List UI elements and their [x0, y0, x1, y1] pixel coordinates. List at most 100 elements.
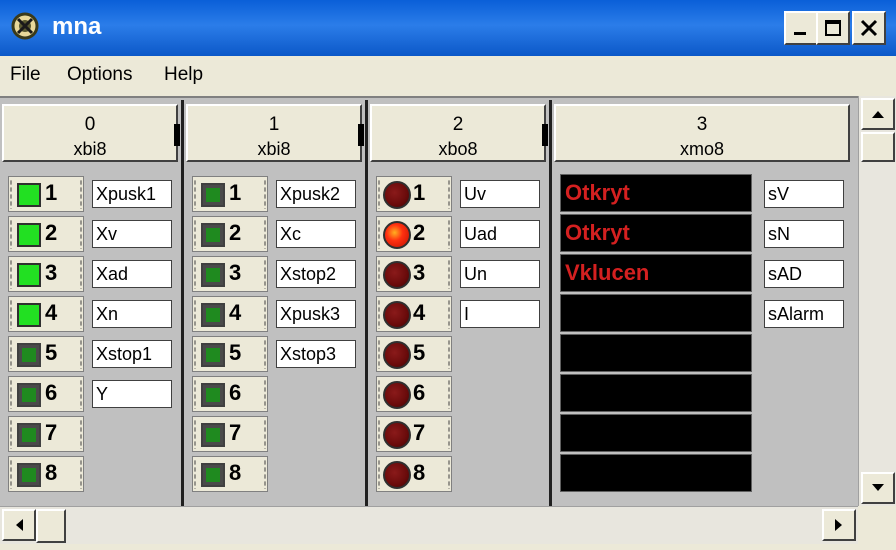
red-led-on-icon: [383, 221, 411, 249]
signal-name-field[interactable]: Xn: [92, 300, 172, 328]
arrow-down-icon: [872, 484, 884, 491]
channel-button[interactable]: 6: [376, 376, 452, 412]
minimize-button[interactable]: [784, 11, 818, 45]
module-type: xbo8: [438, 139, 478, 159]
horizontal-scroll-thumb[interactable]: [36, 509, 66, 543]
channel-button[interactable]: 1: [192, 176, 268, 212]
channel-button[interactable]: 2: [8, 216, 84, 252]
menu-help[interactable]: Help: [164, 64, 203, 86]
module-number: 0: [84, 114, 96, 135]
signal-name-field[interactable]: Xpusk1: [92, 180, 172, 208]
grip-dots: [378, 219, 380, 249]
module-header[interactable]: 3 xmo8: [554, 104, 850, 162]
signal-name-field[interactable]: Xc: [276, 220, 356, 248]
menu-options[interactable]: Options: [67, 64, 132, 86]
status-display: Otkryt: [560, 174, 752, 212]
header-divider: [358, 124, 364, 146]
channel-button[interactable]: 7: [376, 416, 452, 452]
channel-button[interactable]: 1: [8, 176, 84, 212]
signal-name-field[interactable]: Xpusk2: [276, 180, 356, 208]
app-icon[interactable]: [10, 11, 40, 41]
vertical-scroll-thumb[interactable]: [861, 132, 895, 162]
signal-name-field[interactable]: Uad: [460, 220, 540, 248]
signal-name-field[interactable]: I: [460, 300, 540, 328]
scroll-left-button[interactable]: [2, 509, 36, 541]
grip-dots: [80, 259, 82, 289]
signal-name-field[interactable]: sV: [764, 180, 844, 208]
channel-number: 5: [229, 340, 242, 365]
green-led-on-icon: [17, 223, 41, 247]
close-icon: [860, 19, 878, 37]
signal-name-field[interactable]: sN: [764, 220, 844, 248]
module-type: xmo8: [679, 139, 724, 159]
channel-button[interactable]: 8: [192, 456, 268, 492]
maximize-button[interactable]: [816, 11, 850, 45]
signal-name-field[interactable]: sAlarm: [764, 300, 844, 328]
application-window: mna File Options Help 0 xbi8 1 Xpusk1 2 Xv 3…: [0, 0, 896, 550]
signal-name-field[interactable]: Xv: [92, 220, 172, 248]
grip-dots: [448, 339, 450, 369]
grip-dots: [194, 459, 196, 489]
module-type: xbi8: [73, 139, 107, 159]
grip-dots: [378, 379, 380, 409]
module-header[interactable]: 0 xbi8: [2, 104, 180, 162]
channel-button[interactable]: 5: [376, 336, 452, 372]
horizontal-scrollbar[interactable]: [0, 506, 858, 544]
channel-button[interactable]: 5: [8, 336, 84, 372]
channel-button[interactable]: 3: [192, 256, 268, 292]
channel-button[interactable]: 1: [376, 176, 452, 212]
grip-dots: [264, 379, 266, 409]
signal-name-field[interactable]: Un: [460, 260, 540, 288]
vertical-scrollbar[interactable]: [858, 96, 896, 506]
status-display: [560, 414, 752, 452]
channel-button[interactable]: 3: [8, 256, 84, 292]
module-header[interactable]: 1 xbi8: [186, 104, 364, 162]
channel-button[interactable]: 4: [8, 296, 84, 332]
channel-button[interactable]: 3: [376, 256, 452, 292]
channel-button[interactable]: 6: [8, 376, 84, 412]
channel-button[interactable]: 5: [192, 336, 268, 372]
channel-button[interactable]: 2: [192, 216, 268, 252]
signal-name-field[interactable]: Xpusk3: [276, 300, 356, 328]
channel-number: 6: [413, 380, 426, 405]
scroll-right-button[interactable]: [822, 509, 856, 541]
signal-name-field[interactable]: Y: [92, 380, 172, 408]
signal-name-field[interactable]: Uv: [460, 180, 540, 208]
channel-button[interactable]: 7: [8, 416, 84, 452]
grip-dots: [448, 219, 450, 249]
channel-button[interactable]: 2: [376, 216, 452, 252]
scroll-up-button[interactable]: [861, 98, 895, 130]
grip-dots: [264, 459, 266, 489]
channel-number: 7: [45, 420, 58, 445]
module-0: 0 xbi8 1 Xpusk1 2 Xv 3 Xad 4 Xn 5 Xstop1 6 Y 7 8: [0, 100, 184, 506]
channel-button[interactable]: 8: [376, 456, 452, 492]
green-led-off-icon: [201, 263, 225, 287]
channel-button[interactable]: 4: [376, 296, 452, 332]
channel-button[interactable]: 7: [192, 416, 268, 452]
grip-dots: [378, 339, 380, 369]
channel-number: 3: [413, 260, 426, 285]
signal-name-field[interactable]: Xstop1: [92, 340, 172, 368]
signal-name-field[interactable]: Xstop3: [276, 340, 356, 368]
grip-dots: [264, 339, 266, 369]
module-type: xbi8: [257, 139, 291, 159]
channel-button[interactable]: 4: [192, 296, 268, 332]
signal-name-field[interactable]: Xstop2: [276, 260, 356, 288]
menu-file[interactable]: File: [10, 64, 41, 86]
close-button[interactable]: [852, 11, 886, 45]
status-display: [560, 294, 752, 332]
scroll-down-button[interactable]: [861, 472, 895, 504]
green-led-off-icon: [201, 463, 225, 487]
channel-button[interactable]: 6: [192, 376, 268, 412]
grip-dots: [10, 259, 12, 289]
module-header[interactable]: 2 xbo8: [370, 104, 548, 162]
channel-number: 4: [45, 300, 58, 325]
channel-button[interactable]: 8: [8, 456, 84, 492]
signal-name-field[interactable]: Xad: [92, 260, 172, 288]
red-led-off-icon: [383, 461, 411, 489]
title-bar[interactable]: mna: [0, 0, 896, 56]
grip-dots: [448, 299, 450, 329]
signal-name-field[interactable]: sAD: [764, 260, 844, 288]
channel-number: 1: [229, 180, 242, 205]
green-led-on-icon: [17, 183, 41, 207]
